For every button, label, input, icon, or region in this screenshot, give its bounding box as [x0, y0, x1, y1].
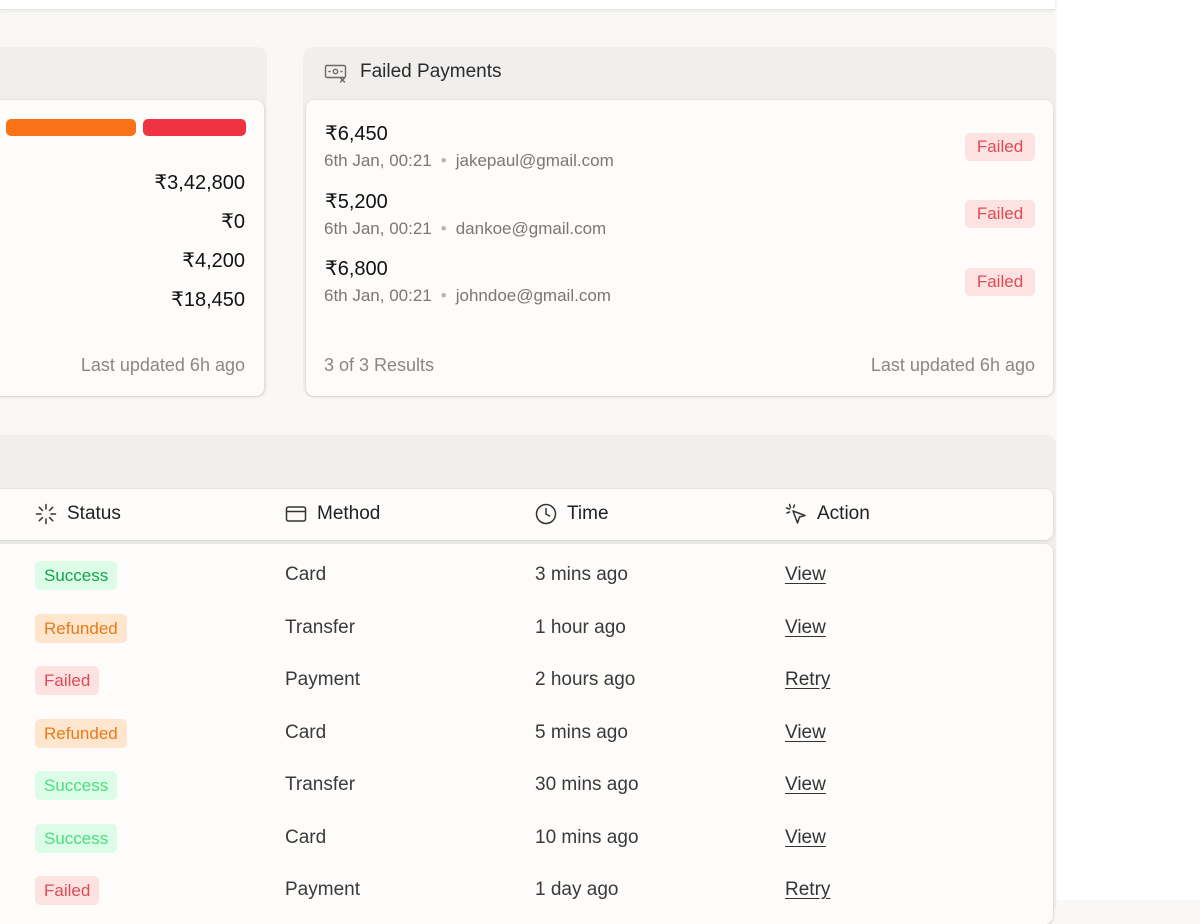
time-cell: 2 hours ago — [535, 669, 636, 690]
money-x-icon — [324, 64, 347, 83]
view-link[interactable]: View — [785, 564, 826, 586]
failed-payment-amount: ₹5,200 — [325, 191, 388, 213]
status-badge: Failed — [35, 876, 100, 905]
retry-link[interactable]: Retry — [785, 669, 830, 691]
status-badge: Failed — [35, 666, 100, 695]
loader-icon — [35, 503, 57, 525]
failed-payment-amount: ₹6,450 — [325, 123, 388, 145]
column-header-label: Status — [67, 503, 121, 524]
column-header-time[interactable]: Time — [535, 503, 609, 525]
column-header-method[interactable]: Method — [285, 503, 380, 525]
time-cell: 30 mins ago — [535, 774, 639, 795]
failed-status-badge: Failed — [965, 200, 1035, 228]
failed-payment-date: 6th Jan, 00:21 — [324, 219, 432, 238]
time-cell: 3 mins ago — [535, 564, 628, 585]
column-header-label: Time — [567, 503, 609, 524]
failed-payment-email: jakepaul@gmail.com — [455, 151, 614, 170]
summary-bar-red — [143, 119, 246, 136]
summary-amount: ₹18,450 — [171, 289, 245, 311]
separator-dot: • — [440, 151, 447, 170]
status-badge: Refunded — [35, 614, 127, 643]
failed-status-badge: Failed — [965, 268, 1035, 296]
status-badge: Refunded — [35, 719, 127, 748]
method-cell: Card — [285, 722, 327, 743]
method-cell: Transfer — [285, 617, 356, 638]
method-cell: Payment — [285, 879, 360, 900]
failed-payment-meta: 6th Jan, 00:21 • johndoe@gmail.com — [324, 286, 611, 306]
card-icon — [285, 506, 307, 522]
separator-dot: • — [440, 286, 447, 305]
page-right-background — [1057, 0, 1200, 900]
failed-status-badge: Failed — [965, 133, 1035, 161]
failed-payments-body — [306, 100, 1053, 396]
results-count: 3 of 3 Results — [324, 355, 435, 375]
table-header — [0, 489, 1053, 540]
status-badge: Success — [35, 561, 118, 590]
summary-amount: ₹3,42,800 — [154, 172, 245, 194]
method-cell: Card — [285, 564, 327, 585]
failed-payments-last-updated: Last updated 6h ago — [870, 355, 1035, 375]
view-link[interactable]: View — [785, 722, 826, 744]
column-header-status[interactable]: Status — [35, 503, 121, 525]
retry-link[interactable]: Retry — [785, 879, 830, 901]
summary-last-updated: Last updated 6h ago — [80, 355, 245, 375]
separator-dot: • — [440, 219, 447, 238]
time-cell: 5 mins ago — [535, 722, 628, 743]
summary-amount: ₹0 — [221, 211, 245, 233]
clock-icon — [535, 503, 557, 525]
failed-payment-date: 6th Jan, 00:21 — [324, 286, 432, 305]
time-cell: 1 day ago — [535, 879, 619, 900]
failed-payment-meta: 6th Jan, 00:21 • jakepaul@gmail.com — [324, 151, 614, 171]
top-card-edge — [0, 0, 1055, 10]
column-header-label: Method — [317, 503, 381, 524]
view-link[interactable]: View — [785, 617, 826, 639]
summary-bar-orange — [6, 119, 136, 136]
view-link[interactable]: View — [785, 774, 826, 796]
method-cell: Transfer — [285, 774, 356, 795]
failed-payment-date: 6th Jan, 00:21 — [324, 151, 432, 170]
failed-payment-email: dankoe@gmail.com — [455, 219, 607, 238]
method-cell: Payment — [285, 669, 360, 690]
time-cell: 1 hour ago — [535, 617, 626, 638]
method-cell: Card — [285, 827, 327, 848]
pointer-click-icon — [785, 503, 806, 524]
failed-payment-email: johndoe@gmail.com — [455, 286, 611, 305]
summary-amount: ₹4,200 — [182, 250, 245, 272]
column-header-label: Action — [817, 503, 870, 524]
time-cell: 10 mins ago — [535, 827, 639, 848]
column-header-action[interactable]: Action — [785, 503, 870, 525]
failed-payment-amount: ₹6,800 — [325, 258, 388, 280]
status-badge: Success — [35, 771, 118, 800]
table-body — [0, 544, 1053, 924]
failed-payments-title: Failed Payments — [360, 61, 502, 82]
failed-payment-meta: 6th Jan, 00:21 • dankoe@gmail.com — [324, 219, 606, 239]
view-link[interactable]: View — [785, 827, 826, 849]
status-badge: Success — [35, 824, 118, 853]
